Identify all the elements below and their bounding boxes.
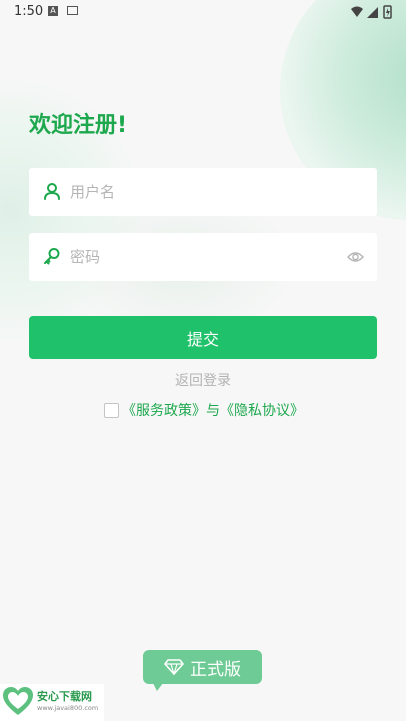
agreement-row: 《服务政策》 与 《隐私协议》: [104, 400, 304, 420]
password-input[interactable]: [70, 233, 340, 281]
username-input[interactable]: [70, 168, 340, 216]
eye-icon[interactable]: [347, 249, 364, 265]
username-field[interactable]: [29, 168, 377, 216]
signal-icon: [367, 7, 378, 18]
heart-logo-icon: [3, 687, 33, 715]
page-title: 欢迎注册!: [29, 113, 128, 138]
system-status-icons: [351, 5, 392, 19]
diamond-icon: [164, 659, 184, 675]
back-to-login-link[interactable]: 返回登录: [0, 370, 406, 390]
site-name: 安心下载网: [37, 690, 92, 703]
release-badge: 正式版: [143, 650, 262, 691]
site-url: www.javai800.com: [37, 704, 99, 712]
status-time: 1:50: [14, 4, 44, 19]
status-bar: 1:50 A: [0, 0, 406, 24]
password-field[interactable]: [29, 233, 377, 281]
badge-tail: [153, 683, 163, 691]
site-watermark-logo: 安心下载网 www.javai800.com: [0, 684, 104, 721]
release-badge-label: 正式版: [190, 659, 241, 680]
user-icon: [44, 183, 60, 200]
key-icon: [44, 248, 60, 265]
card-notification-icon: [67, 6, 78, 15]
submit-button[interactable]: 提交: [29, 316, 377, 359]
privacy-policy-link[interactable]: 《隐私协议》: [220, 400, 304, 420]
agreement-checkbox[interactable]: [104, 402, 119, 418]
agreement-connector: 与: [206, 403, 220, 419]
wifi-icon: [351, 6, 363, 17]
a-notification-icon: A: [48, 6, 58, 16]
service-policy-link[interactable]: 《服务政策》: [122, 400, 206, 420]
